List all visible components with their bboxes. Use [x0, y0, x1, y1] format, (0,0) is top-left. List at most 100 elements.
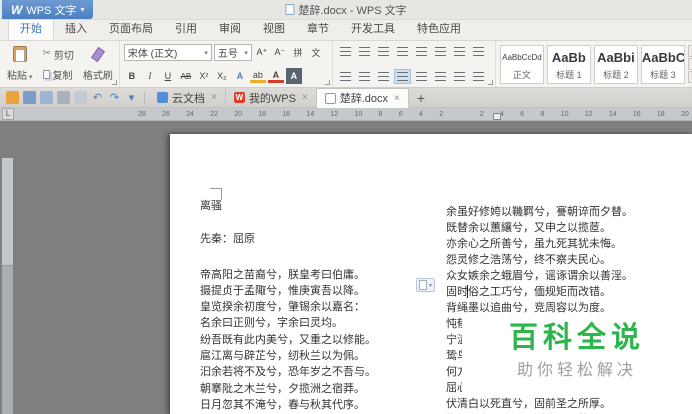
document-page[interactable]: 离骚 先秦：屈原 帝高阳之苗裔兮，朕皇考曰伯庸。 摄提贞于孟陬兮，惟庚寅吾以降。皇… — [170, 134, 692, 414]
format-painter-button[interactable]: 格式刷 — [81, 44, 115, 84]
align-center-button[interactable] — [356, 69, 373, 84]
undo-icon[interactable]: ↶ — [91, 91, 104, 104]
decrease-indent-button[interactable] — [375, 44, 392, 59]
menu-tab[interactable]: 页面布局 — [98, 17, 164, 40]
bars-icon — [339, 47, 351, 56]
justify-button[interactable] — [393, 69, 411, 84]
menu-tab[interactable]: 插入 — [54, 17, 98, 40]
styles-more-icon[interactable]: ▾ — [687, 71, 692, 83]
distribute-button[interactable] — [413, 69, 430, 84]
numbering-button[interactable] — [356, 44, 373, 59]
save-icon[interactable] — [23, 91, 36, 104]
italic-button[interactable]: I — [142, 68, 158, 84]
bars-icon — [358, 47, 370, 56]
menu-tab[interactable]: 章节 — [296, 17, 340, 40]
align-left-button[interactable] — [337, 69, 354, 84]
paste-button[interactable]: 粘贴 ▾ — [4, 44, 36, 84]
close-icon[interactable]: × — [211, 92, 217, 103]
new-tab-button[interactable]: + — [409, 90, 433, 106]
ruler-tick: 4 — [419, 110, 423, 118]
watermark: 百科全说 助你轻松解决 — [462, 316, 692, 396]
text-cursor — [467, 285, 468, 298]
copy-button[interactable]: 复制 — [41, 66, 76, 83]
horizontal-ruler[interactable]: L 28 26 24 22 20 18 16 14 12 10 8 6 4 2 2 4 6 8 10 12 14 16 18… — [0, 108, 692, 121]
wps-logo-icon: W — [11, 2, 23, 17]
ruler-tick: 20 — [680, 110, 689, 118]
cut-button[interactable]: ✂ 剪切 — [41, 46, 76, 63]
wps-app-button[interactable]: W WPS 文字 ▾ — [2, 0, 94, 19]
print-icon[interactable] — [57, 91, 70, 104]
align-right-button[interactable] — [375, 69, 392, 84]
font-family-select[interactable]: 宋体 (正文) ▾ — [123, 44, 212, 61]
document-tab[interactable]: W 我的WPS × — [226, 87, 317, 108]
subscript-button[interactable]: X₂ — [214, 68, 230, 84]
qat-more-icon[interactable]: ▾ — [125, 91, 138, 104]
underline-button[interactable]: U — [160, 68, 176, 84]
font-group: 宋体 (正文) ▾ 五号 ▾ A⁺ A⁻ 拼文 B I U AB X² X₂ Aab A A — [120, 41, 333, 87]
clipboard-icon — [419, 280, 427, 290]
text-effects-more-button[interactable]: 文 — [308, 45, 324, 61]
paste-options-button[interactable]: ▾ — [416, 278, 436, 292]
print-preview-icon[interactable] — [74, 91, 87, 104]
redo-icon[interactable]: ↷ — [108, 91, 121, 104]
font-increase-button[interactable]: A⁺ — [254, 45, 270, 61]
style-card[interactable]: AaBbi 标题 2 — [593, 44, 638, 84]
bold-button[interactable]: B — [124, 68, 140, 84]
strikethrough-button[interactable]: AB — [178, 68, 194, 84]
insert-table-button[interactable] — [470, 44, 487, 59]
ruler-tick: 28 — [138, 110, 146, 118]
menu-tab[interactable]: 引用 — [164, 17, 208, 40]
close-icon[interactable]: × — [394, 93, 400, 104]
bars-icon — [396, 47, 408, 56]
document-tab[interactable]: 楚辞.docx × — [316, 87, 409, 108]
title-bar: W WPS 文字 ▾ 楚辞.docx - WPS 文字 — [0, 0, 692, 20]
menu-tab[interactable]: 视图 — [252, 17, 296, 40]
menu-tab[interactable]: 开发工具 — [340, 17, 406, 40]
line-spacing-button[interactable] — [432, 69, 449, 84]
style-card[interactable]: AaBbCcDd 正文 — [499, 44, 544, 84]
indent-marker[interactable] — [493, 113, 501, 120]
poem-line: 怨灵修之浩荡兮，终不察夫民心。 — [446, 254, 611, 266]
menu-tab[interactable]: 审阅 — [208, 17, 252, 40]
phonetic-guide-button[interactable]: 拼 — [290, 45, 306, 61]
superscript-button[interactable]: X² — [196, 68, 212, 84]
bars-icon — [434, 47, 446, 56]
chevron-down-icon: ▾ — [244, 49, 248, 57]
scroll-up-icon[interactable]: ▴ — [687, 45, 692, 57]
increase-indent-button[interactable] — [394, 44, 411, 59]
text-effects-button[interactable]: A — [232, 68, 248, 84]
document-tab[interactable]: 云文档 × — [149, 87, 226, 108]
export-icon[interactable] — [40, 91, 53, 104]
open-icon[interactable] — [6, 91, 19, 104]
border-button[interactable] — [470, 69, 487, 84]
bullets-button[interactable] — [337, 44, 354, 59]
highlight-color-button[interactable]: ab — [249, 70, 266, 83]
dialog-launcher-icon[interactable] — [111, 80, 117, 85]
show-marks-button[interactable] — [451, 44, 468, 59]
ruler-tick: 16 — [282, 110, 291, 118]
vertical-ruler[interactable] — [2, 158, 13, 414]
poem-line: 汩余若将不及兮，恐年岁之不吾与。 — [200, 366, 376, 379]
poem-line: 帝高阳之苗裔兮，朕皇考曰伯庸。 — [200, 268, 365, 281]
dialog-launcher-icon[interactable] — [487, 80, 493, 85]
ruler-tick: 14 — [306, 110, 315, 118]
style-card[interactable]: AaBbC 标题 3 — [640, 44, 685, 84]
font-decrease-button[interactable]: A⁻ — [272, 45, 288, 61]
sort-button[interactable] — [432, 44, 449, 59]
tab-stop-selector[interactable]: L — [2, 108, 14, 120]
dialog-launcher-icon[interactable] — [324, 80, 330, 85]
ruler-tick: 6 — [398, 110, 403, 118]
char-shading-button[interactable]: A — [285, 68, 302, 84]
style-card[interactable]: AaBb 标题 1 — [546, 44, 591, 84]
bars-icon — [339, 72, 351, 81]
char-scale-button[interactable] — [413, 44, 430, 59]
menu-tab[interactable]: 特色应用 — [406, 17, 472, 40]
font-color-button[interactable]: A — [267, 70, 284, 83]
cut-copy-stack: ✂ 剪切 复制 — [41, 44, 76, 84]
scroll-down-icon[interactable]: ▾ — [687, 58, 692, 70]
font-size-select[interactable]: 五号 ▾ — [213, 44, 252, 61]
close-icon[interactable]: × — [302, 92, 308, 103]
shading-button[interactable] — [451, 69, 468, 84]
document-tab-bar: ↶ ↷ ▾ 云文档 × W 我的WPS × 楚辞.docx × + — [0, 87, 692, 108]
poem-line: 皇览揆余初度兮，肇锡余以嘉名： — [200, 301, 365, 314]
